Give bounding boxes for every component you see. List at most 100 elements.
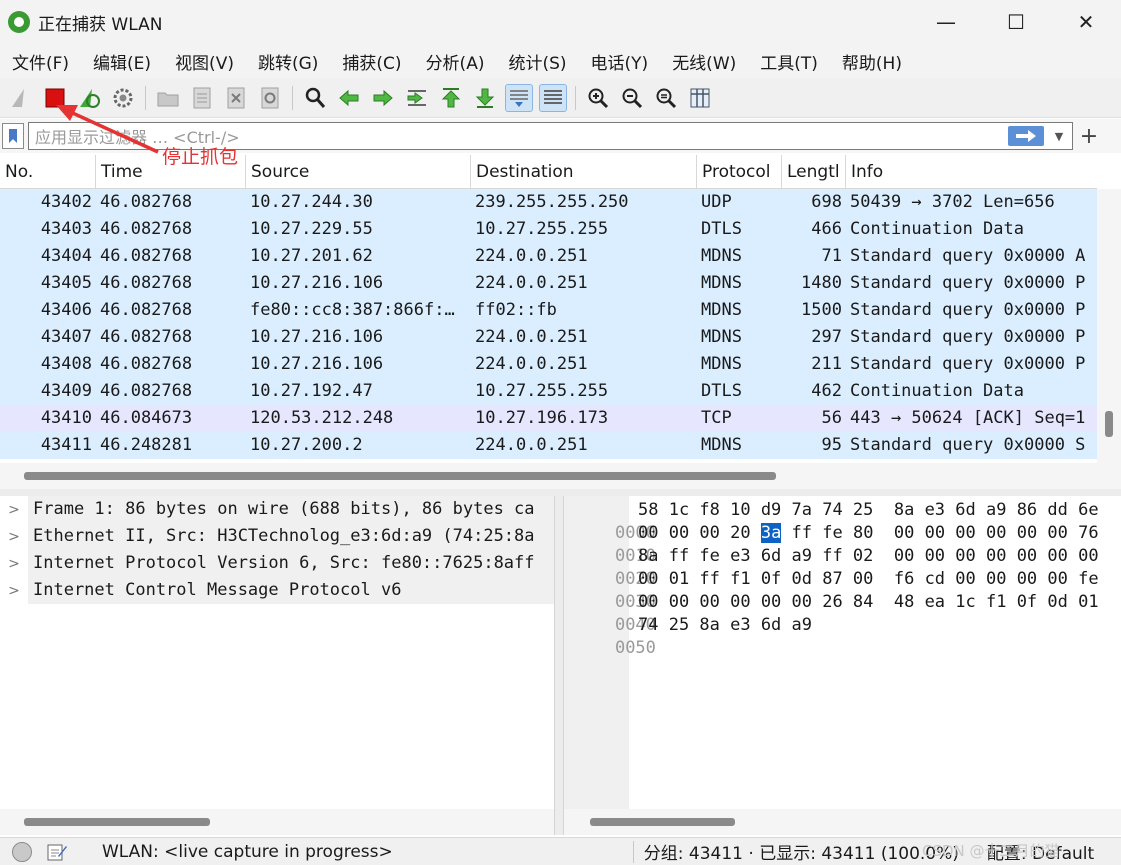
menu-capture[interactable]: 捕获(C) [330,49,413,74]
column-header-destination[interactable]: Destination [471,155,697,189]
packet-length: 297 [811,327,842,347]
menu-wireless[interactable]: 无线(W) [660,49,748,74]
chevron-right-icon[interactable]: > [0,529,28,545]
apply-filter-button[interactable] [1008,126,1044,146]
packet-info: Standard query 0x0000 P [850,300,1086,320]
detail-tree-item[interactable]: > Frame 1: 86 bytes on wire (688 bits), … [0,496,554,523]
capture-options-button[interactable] [109,84,137,112]
menu-telephony[interactable]: 电话(Y) [579,49,661,74]
bytes-row[interactable]: 0020 8a ff fe e3 6d a9 ff 02 00 00 00 00… [564,545,1099,589]
jump-to-icon [407,89,426,106]
packet-list-vertical-scrollbar[interactable] [1097,189,1121,463]
scrollbar-thumb[interactable] [24,818,210,826]
vertical-pane-splitter[interactable] [554,496,564,835]
bytes-horizontal-scrollbar[interactable] [564,809,1121,835]
go-last-packet-button[interactable] [471,84,499,112]
packet-destination: ff02::fb [475,300,557,320]
bytes-row[interactable]: 0050 74 25 8a e3 6d a9 [564,614,812,658]
packet-length: 1480 [801,273,842,293]
pane-splitter[interactable] [0,489,1121,496]
packet-row[interactable]: 43407 46.082768 10.27.216.106 224.0.0.25… [0,324,1097,351]
filter-history-dropdown[interactable]: ▼ [1049,126,1069,146]
start-capture-button[interactable] [7,84,35,112]
close-button[interactable]: ✕ [1051,0,1121,44]
packet-row[interactable]: 43410 46.084673 120.53.212.248 10.27.196… [0,405,1097,432]
capture-comment-icon[interactable] [46,842,68,862]
go-back-button[interactable] [335,84,363,112]
normal-size-button[interactable] [652,84,680,112]
minimize-button[interactable]: — [911,0,981,44]
go-forward-button[interactable] [369,84,397,112]
selected-byte[interactable]: 3a [760,523,782,543]
open-file-button[interactable] [154,84,182,112]
packet-row[interactable]: 43411 46.248281 10.27.200.2 224.0.0.251 … [0,432,1097,459]
menu-help[interactable]: 帮助(H) [830,49,914,74]
bytes-row[interactable]: 0040 00 00 00 00 00 00 26 84 48 ea 1c f1… [564,591,1099,635]
packet-time: 46.082768 [100,327,193,347]
zoom-out-button[interactable] [618,84,646,112]
detail-tree-item[interactable]: > Internet Control Message Protocol v6 [0,577,554,604]
packet-row[interactable]: 43406 46.082768 fe80::cc8:387:866f:… ff0… [0,297,1097,324]
scrollbar-thumb[interactable] [24,472,776,480]
packet-row[interactable]: 43405 46.082768 10.27.216.106 224.0.0.25… [0,270,1097,297]
resize-columns-button[interactable] [686,84,714,112]
chevron-down-icon: ▼ [1054,129,1064,143]
reload-file-button[interactable] [256,84,284,112]
packet-row[interactable]: 43408 46.082768 10.27.216.106 224.0.0.25… [0,351,1097,378]
save-file-button[interactable] [188,84,216,112]
column-header-no[interactable]: No. [0,155,96,189]
packet-row[interactable]: 43404 46.082768 10.27.201.62 224.0.0.251… [0,243,1097,270]
chevron-right-icon[interactable]: > [0,583,28,599]
filter-bookmark-button[interactable] [2,123,24,149]
menu-view[interactable]: 视图(V) [163,49,246,74]
packet-time: 46.082768 [100,246,193,266]
menu-tools[interactable]: 工具(T) [748,49,830,74]
packet-row[interactable]: 43409 46.082768 10.27.192.47 10.27.255.2… [0,378,1097,405]
menu-go[interactable]: 跳转(G) [246,49,330,74]
packet-row[interactable]: 43402 46.082768 10.27.244.30 239.255.255… [0,189,1097,216]
detail-tree-item[interactable]: > Internet Protocol Version 6, Src: fe80… [0,550,554,577]
byte-hex: 58 1c f8 10 d9 7a 74 25 8a e3 6d a9 86 d… [638,499,1099,522]
column-header-protocol[interactable]: Protocol [697,155,782,189]
packet-info: 50439 → 3702 Len=656 [850,192,1055,212]
go-first-packet-button[interactable] [437,84,465,112]
menu-file[interactable]: 文件(F) [0,49,81,74]
packet-list-horizontal-scrollbar[interactable] [0,463,1121,489]
packet-destination: 224.0.0.251 [475,435,588,455]
packet-length: 56 [821,408,842,428]
details-horizontal-scrollbar[interactable] [0,809,554,835]
expert-info-icon[interactable] [12,841,32,862]
colorize-toggle[interactable] [539,83,567,112]
menu-analyze[interactable]: 分析(A) [414,49,497,74]
packet-source: 10.27.216.106 [250,273,384,293]
byte-offset: 0050 [614,638,656,658]
scrollbar-thumb[interactable] [590,818,735,826]
find-packet-button[interactable] [301,84,329,112]
bytes-row[interactable]: 0030 00 01 ff f1 0f 0d 87 00 f6 cd 00 00… [564,568,1099,612]
packet-row[interactable]: 43403 46.082768 10.27.229.55 10.27.255.2… [0,216,1097,243]
stop-capture-button[interactable] [41,84,69,112]
auto-scroll-toggle[interactable] [505,83,533,112]
stop-icon [45,88,65,107]
column-header-length[interactable]: Lengtl [782,155,846,189]
capture-status-text: WLAN: <live capture in progress> [102,841,393,862]
zoom-in-button[interactable] [584,84,612,112]
add-filter-button[interactable]: + [1078,122,1100,150]
menu-edit[interactable]: 编辑(E) [81,49,163,74]
column-header-source[interactable]: Source [246,155,471,189]
maximize-button[interactable]: ☐ [981,0,1051,44]
column-header-info[interactable]: Info [846,155,1097,189]
restart-capture-button[interactable] [75,84,103,112]
toolbar-separator [292,85,293,110]
menu-statistics[interactable]: 统计(S) [496,49,578,74]
bytes-row[interactable]: 0000 58 1c f8 10 d9 7a 74 25 8a e3 6d a9… [564,499,1099,543]
scrollbar-thumb[interactable] [1105,411,1113,437]
chevron-right-icon[interactable]: > [0,556,28,572]
go-to-packet-button[interactable] [403,84,431,112]
packet-time: 46.082768 [100,354,193,374]
detail-tree-item[interactable]: > Ethernet II, Src: H3CTechnolog_e3:6d:a… [0,523,554,550]
chevron-right-icon[interactable]: > [0,502,28,518]
bytes-row[interactable]: 0010 00 00 00 20 3a ff fe 80 00 00 00 00… [564,522,1099,566]
close-file-button[interactable] [222,84,250,112]
packet-source: 10.27.216.106 [250,327,384,347]
